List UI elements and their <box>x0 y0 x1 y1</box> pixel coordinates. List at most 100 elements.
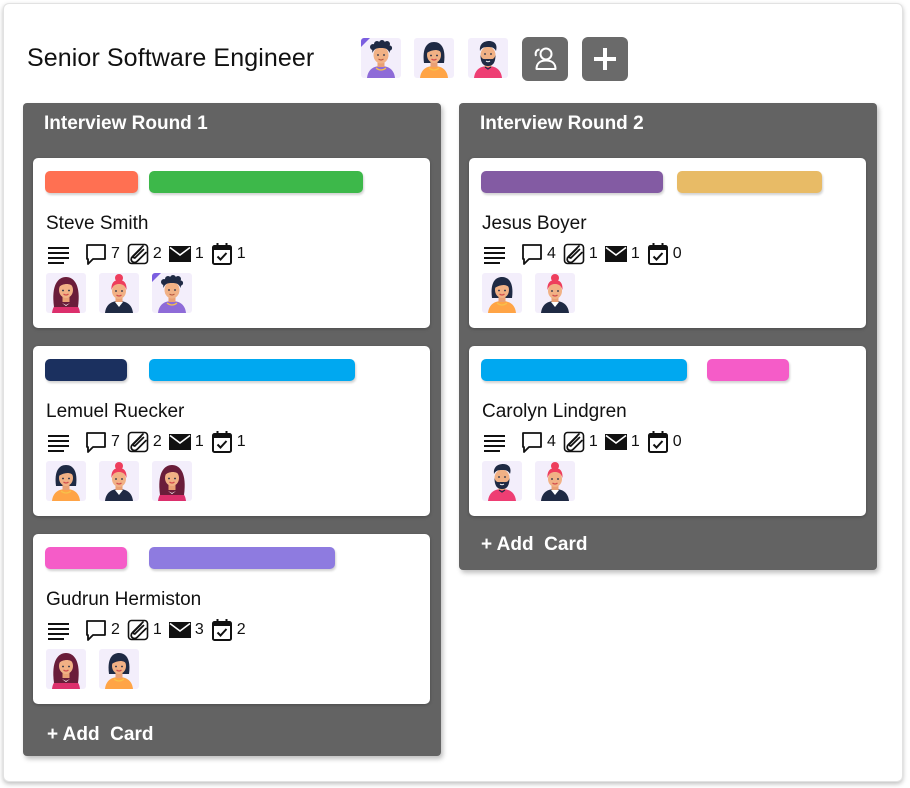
avatar-woman-bun-icon <box>535 461 575 501</box>
board-frame: Senior Software Engineer Interview Round… <box>3 3 903 782</box>
card-meta: 2 1 3 2 <box>46 618 252 642</box>
description-icon <box>482 242 506 266</box>
candidate-card[interactable]: Steve Smith 7 2 1 1 <box>33 158 430 328</box>
card-meta: 7 2 1 1 <box>46 430 252 454</box>
card-label[interactable] <box>45 171 138 193</box>
comment-icon <box>84 618 108 642</box>
avatar-woman-bob-icon <box>482 273 522 313</box>
candidate-name: Steve Smith <box>46 213 149 234</box>
comment-count: 4 <box>547 245 556 262</box>
comment-icon <box>520 430 544 454</box>
email-count: 3 <box>194 621 204 638</box>
card-meta: 4 1 1 0 <box>482 430 688 454</box>
attachment-count: 2 <box>152 245 162 262</box>
avatar-woman-long-hair-icon <box>46 273 86 313</box>
card-label[interactable] <box>149 171 363 193</box>
attachment-count: 1 <box>152 621 162 638</box>
description-icon <box>46 242 70 266</box>
comment-icon <box>84 430 108 454</box>
assignee-avatar[interactable] <box>99 649 139 689</box>
card-label[interactable] <box>149 547 335 569</box>
attachment-icon <box>126 618 150 642</box>
people-icon <box>534 47 557 70</box>
email-count: 1 <box>194 245 204 262</box>
candidate-card[interactable]: Carolyn Lindgren 4 1 1 0 <box>469 346 866 516</box>
card-label[interactable] <box>481 359 687 381</box>
task-icon <box>210 242 234 266</box>
task-count: 0 <box>672 433 682 450</box>
avatar-man-beard-icon <box>482 461 522 501</box>
card-assignees <box>46 461 205 501</box>
mail-icon <box>168 430 192 454</box>
task-icon <box>210 430 234 454</box>
add-card-button[interactable]: + Add Card <box>481 534 587 556</box>
assignee-avatar[interactable] <box>535 461 575 501</box>
comment-icon <box>84 242 108 266</box>
add-button[interactable] <box>582 37 628 81</box>
attachment-icon <box>562 242 586 266</box>
task-count: 0 <box>672 245 682 262</box>
attachment-icon <box>562 430 586 454</box>
card-meta: 7 2 1 1 <box>46 242 252 266</box>
avatar-woman-bun-icon <box>99 461 139 501</box>
task-icon <box>210 618 234 642</box>
card-label[interactable] <box>481 171 663 193</box>
member-avatar[interactable] <box>468 38 508 78</box>
email-count: 1 <box>630 433 640 450</box>
column-interview-round-1: Interview Round 1 Steve Smith 7 2 1 1 Le… <box>23 103 441 756</box>
assignee-avatar[interactable] <box>482 273 522 313</box>
candidate-card[interactable]: Jesus Boyer 4 1 1 0 <box>469 158 866 328</box>
mail-icon <box>604 242 628 266</box>
member-avatar[interactable] <box>361 38 401 78</box>
task-count: 1 <box>236 433 246 450</box>
card-label[interactable] <box>677 171 822 193</box>
attachment-icon <box>126 430 150 454</box>
candidate-card[interactable]: Gudrun Hermiston 2 1 3 2 <box>33 534 430 704</box>
assignee-avatar[interactable] <box>46 649 86 689</box>
avatar-woman-bob-icon <box>46 461 86 501</box>
assignee-avatar[interactable] <box>99 273 139 313</box>
mail-icon <box>604 430 628 454</box>
candidate-name: Lemuel Ruecker <box>46 401 185 422</box>
avatar-woman-long-hair-icon <box>152 461 192 501</box>
mail-icon <box>168 242 192 266</box>
avatar-woman-long-hair-icon <box>46 649 86 689</box>
column-title: Interview Round 1 <box>44 113 208 134</box>
candidate-name: Jesus Boyer <box>482 213 587 234</box>
attachment-count: 2 <box>152 433 162 450</box>
candidate-name: Gudrun Hermiston <box>46 589 202 610</box>
assignee-avatar[interactable] <box>46 273 86 313</box>
assignee-avatar[interactable] <box>152 273 192 313</box>
add-card-button[interactable]: + Add Card <box>47 724 153 746</box>
card-assignees <box>482 273 588 313</box>
board-title: Senior Software Engineer <box>27 44 315 72</box>
avatar-man-beard-icon <box>468 38 508 78</box>
card-label[interactable] <box>149 359 355 381</box>
card-assignees <box>46 649 152 689</box>
card-meta: 4 1 1 0 <box>482 242 688 266</box>
mail-icon <box>168 618 192 642</box>
member-avatar[interactable] <box>414 38 454 78</box>
comment-count: 7 <box>111 433 120 450</box>
task-count: 2 <box>236 621 246 638</box>
assignee-avatar[interactable] <box>152 461 192 501</box>
plus-icon <box>594 48 616 70</box>
description-icon <box>46 430 70 454</box>
assignee-avatar[interactable] <box>482 461 522 501</box>
assignee-avatar[interactable] <box>535 273 575 313</box>
email-count: 1 <box>194 433 204 450</box>
column-title: Interview Round 2 <box>480 113 644 134</box>
candidate-card[interactable]: Lemuel Ruecker 7 2 1 1 <box>33 346 430 516</box>
card-label[interactable] <box>45 547 127 569</box>
description-icon <box>46 618 70 642</box>
assignee-avatar[interactable] <box>46 461 86 501</box>
card-assignees <box>46 273 205 313</box>
card-label[interactable] <box>45 359 127 381</box>
manage-members-button[interactable] <box>522 37 568 81</box>
avatar-woman-bob-icon <box>414 38 454 78</box>
card-label[interactable] <box>707 359 789 381</box>
task-icon <box>646 242 670 266</box>
task-count: 1 <box>236 245 246 262</box>
task-icon <box>646 430 670 454</box>
assignee-avatar[interactable] <box>99 461 139 501</box>
